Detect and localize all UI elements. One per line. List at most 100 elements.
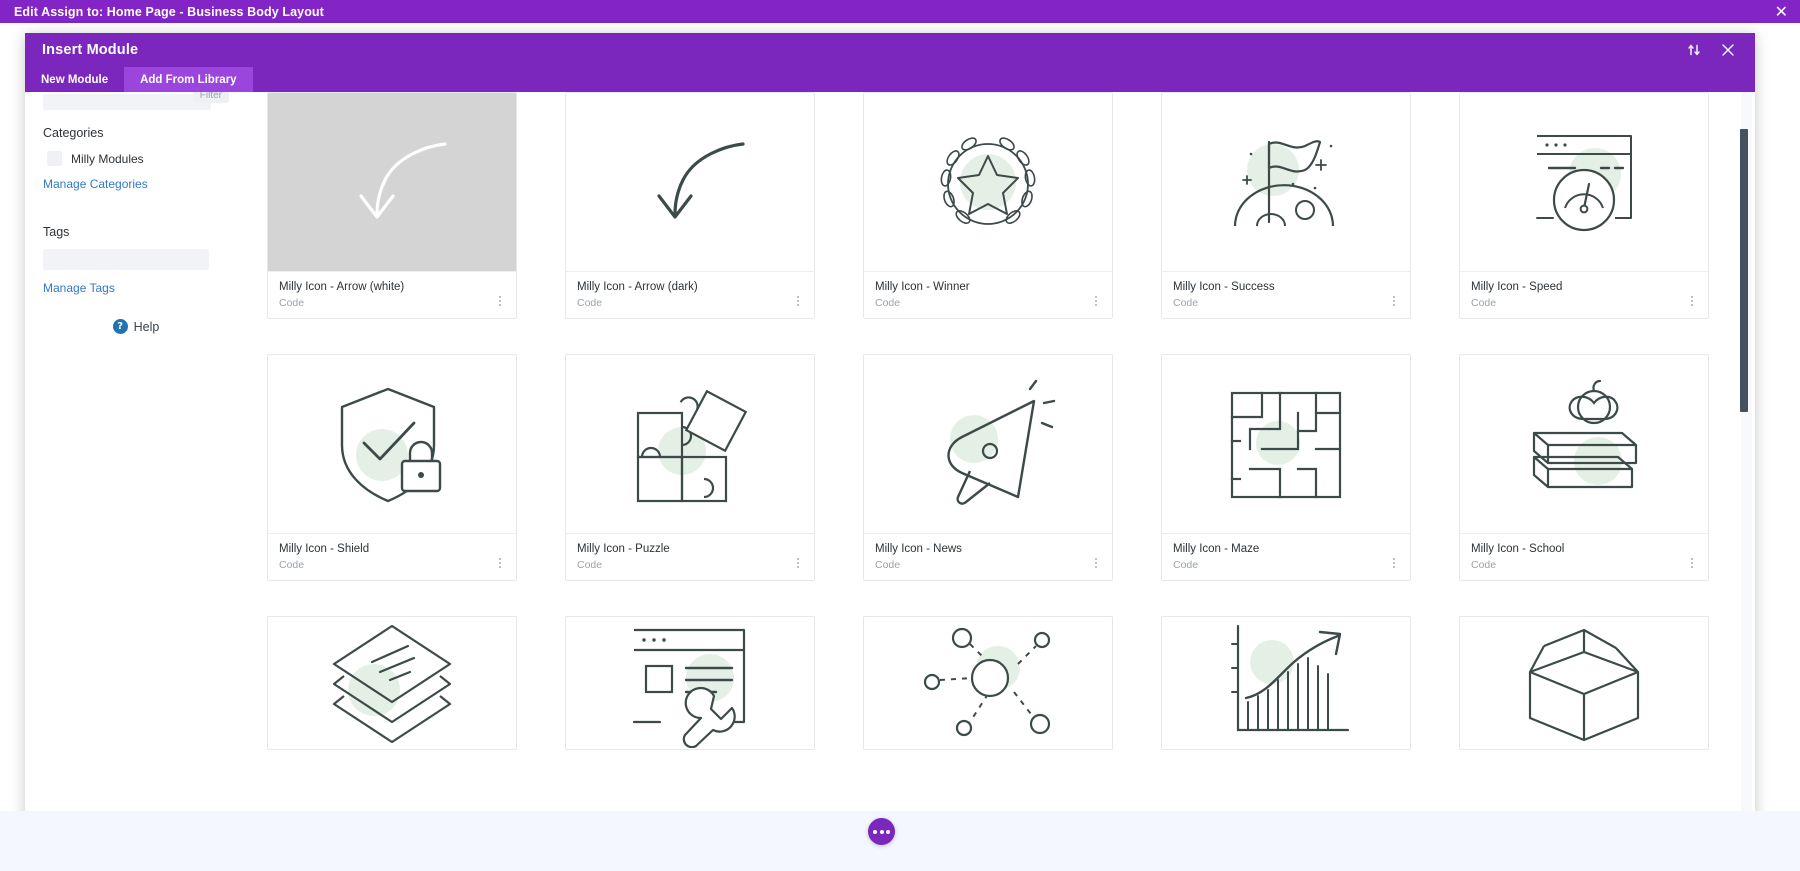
dot xyxy=(886,829,890,834)
library-item-meta: Milly Icon - School Code xyxy=(1460,532,1708,580)
library-item-title: Milly Icon - Puzzle xyxy=(577,542,670,555)
grid-scrollbar-track[interactable] xyxy=(1740,92,1752,871)
library-item-card[interactable]: Milly Icon - Maze Code xyxy=(1161,353,1411,581)
library-item-thumbnail xyxy=(268,355,516,533)
help-label: Help xyxy=(133,319,160,334)
library-item-card[interactable] xyxy=(1161,615,1411,750)
modal-body: Filter Categories Milly Modules Manage C… xyxy=(25,92,1755,871)
library-item-menu-icon[interactable] xyxy=(493,556,507,570)
help-button[interactable]: ? Help xyxy=(43,319,229,334)
modal-header-actions xyxy=(1685,41,1755,59)
library-item-thumbnail xyxy=(268,93,516,271)
library-item-subtitle: Code xyxy=(577,558,603,571)
maze-icon xyxy=(1216,379,1356,509)
category-checkbox[interactable] xyxy=(47,151,62,166)
browser-speedometer-icon xyxy=(1519,122,1649,242)
library-item-subtitle: Code xyxy=(1471,558,1497,571)
category-item[interactable]: Milly Modules xyxy=(43,151,229,166)
library-item-thumbnail xyxy=(864,617,1112,749)
grid-scrollbar-thumb[interactable] xyxy=(1740,129,1748,412)
modal-tabs: New Module Add From Library xyxy=(25,67,1755,92)
dot xyxy=(1393,565,1395,568)
library-item-subtitle: Code xyxy=(279,558,305,571)
growth-chart-icon xyxy=(1216,618,1356,748)
admin-bar-title: Edit Assign to: Home Page - Business Bod… xyxy=(14,4,324,19)
library-item-meta: Milly Icon - Arrow (dark) Code xyxy=(566,271,814,318)
dot xyxy=(1095,557,1097,560)
library-item-thumbnail xyxy=(268,617,516,749)
library-item-title: Milly Icon - Maze xyxy=(1173,542,1260,555)
dot xyxy=(797,295,799,298)
library-item-menu-icon[interactable] xyxy=(791,556,805,570)
dot xyxy=(879,829,884,834)
browser-wrench-icon xyxy=(620,618,760,748)
library-item-card[interactable]: Milly Icon - Speed Code xyxy=(1459,92,1709,319)
dot xyxy=(1691,561,1693,564)
library-item-title: Milly Icon - Success xyxy=(1173,281,1275,293)
categories-heading: Categories xyxy=(43,126,104,140)
dot xyxy=(797,303,799,306)
library-item-menu-icon[interactable] xyxy=(791,294,805,308)
tab-add-from-library[interactable]: Add From Library xyxy=(124,67,253,92)
library-item-card[interactable]: Milly Icon - Arrow (dark) Code xyxy=(565,92,815,319)
library-item-card[interactable]: Milly Icon - Success Code xyxy=(1161,92,1411,319)
library-item-menu-icon[interactable] xyxy=(1387,294,1401,308)
library-item-card[interactable]: Milly Icon - Shield Code xyxy=(267,353,517,581)
dot xyxy=(499,295,501,298)
library-item-subtitle: Code xyxy=(1173,296,1199,309)
library-item-card[interactable]: Milly Icon - Arrow (white) Code xyxy=(267,92,517,319)
dot xyxy=(499,303,501,306)
library-item-menu-icon[interactable] xyxy=(1089,556,1103,570)
search-input[interactable] xyxy=(43,94,211,110)
library-item-card[interactable]: Milly Icon - Winner Code xyxy=(863,92,1113,319)
library-item-menu-icon[interactable] xyxy=(493,294,507,308)
library-item-card[interactable] xyxy=(565,615,815,750)
library-item-card[interactable]: Milly Icon - School Code xyxy=(1459,353,1709,581)
dot xyxy=(1393,299,1395,302)
dot xyxy=(1393,561,1395,564)
more-options-fab[interactable] xyxy=(868,818,895,845)
library-filters-sidebar: Filter Categories Milly Modules Manage C… xyxy=(25,92,247,871)
library-grid-area: Milly Icon - Arrow (white) Code Milly Ico… xyxy=(247,92,1755,871)
library-item-thumbnail xyxy=(1460,355,1708,533)
modal-header: Insert Module xyxy=(25,33,1755,67)
library-item-meta: Milly Icon - Speed Code xyxy=(1460,271,1708,318)
manage-categories-link[interactable]: Manage Categories xyxy=(43,177,229,191)
library-item-thumbnail xyxy=(1162,617,1410,749)
filter-button[interactable]: Filter xyxy=(192,92,229,103)
close-icon[interactable] xyxy=(1719,41,1737,59)
library-item-menu-icon[interactable] xyxy=(1387,556,1401,570)
library-item-card[interactable]: Milly Icon - Puzzle Code xyxy=(565,353,815,581)
library-item-subtitle: Code xyxy=(875,296,901,309)
shield-lock-check-icon xyxy=(322,379,462,509)
library-item-card[interactable] xyxy=(1459,615,1709,750)
close-icon[interactable]: ✕ xyxy=(1775,3,1788,20)
library-item-subtitle: Code xyxy=(1173,558,1199,571)
library-item-title: Milly Icon - Arrow (white) xyxy=(279,281,405,293)
library-item-card[interactable] xyxy=(267,615,517,750)
dot xyxy=(499,557,501,560)
library-item-meta: Milly Icon - Arrow (white) Code xyxy=(268,271,516,318)
tags-input[interactable] xyxy=(43,249,209,270)
dot xyxy=(1393,557,1395,560)
dot xyxy=(1393,303,1395,306)
library-item-meta: Milly Icon - Winner Code xyxy=(864,271,1112,318)
library-item-menu-icon[interactable] xyxy=(1685,556,1699,570)
dot xyxy=(499,299,501,302)
library-item-meta: Milly Icon - Puzzle Code xyxy=(566,532,814,580)
megaphone-icon xyxy=(918,379,1058,509)
library-item-thumbnail xyxy=(864,93,1112,271)
tab-new-module[interactable]: New Module xyxy=(25,67,124,92)
library-item-title: Milly Icon - Speed xyxy=(1471,281,1563,293)
dot xyxy=(1691,295,1693,298)
dot xyxy=(1095,299,1097,302)
library-item-menu-icon[interactable] xyxy=(1089,294,1103,308)
sort-order-icon[interactable] xyxy=(1685,41,1703,59)
manage-tags-link[interactable]: Manage Tags xyxy=(43,281,229,295)
library-item-card[interactable] xyxy=(863,615,1113,750)
library-item-card[interactable]: Milly Icon - News Code xyxy=(863,353,1113,581)
library-item-menu-icon[interactable] xyxy=(1685,294,1699,308)
open-box-icon xyxy=(1514,618,1654,748)
dot xyxy=(1095,565,1097,568)
library-item-thumbnail xyxy=(1162,93,1410,271)
